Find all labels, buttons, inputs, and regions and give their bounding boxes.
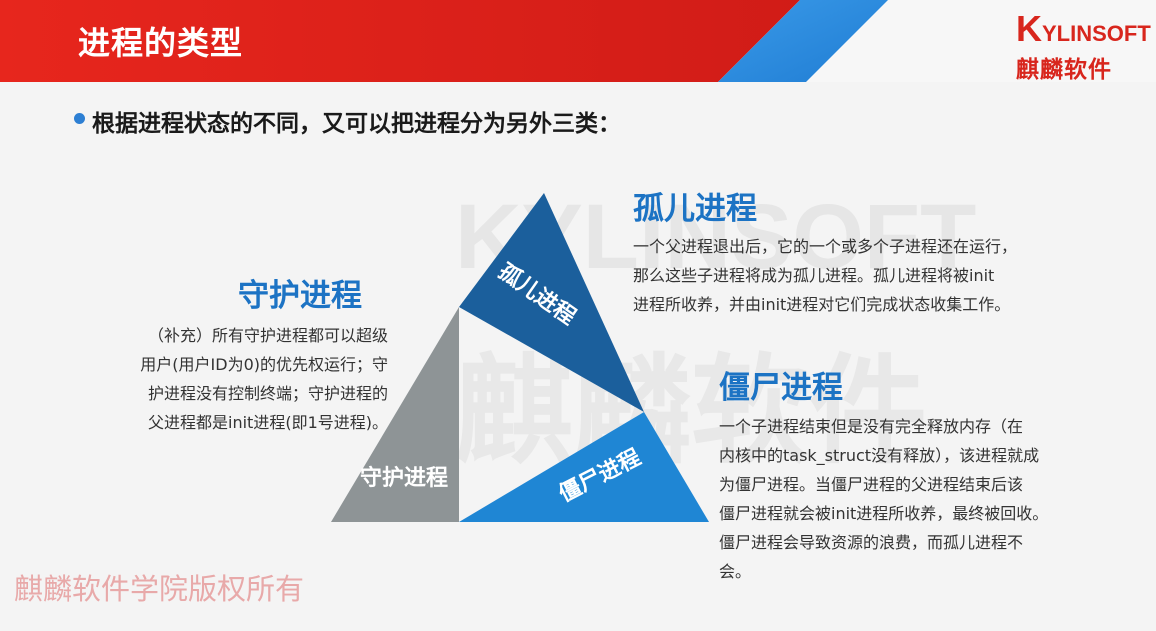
daemon-description: （补充）所有守护进程都可以超级 用户(用户ID为0)的优先权运行；守 护进程没有…: [88, 321, 388, 437]
orphan-line: 进程所收养，并由init进程对它们完成状态收集工作。: [633, 295, 1011, 314]
orphan-line: 那么这些子进程将成为孤儿进程。孤儿进程将被init: [633, 266, 995, 285]
orphan-title: 孤儿进程: [633, 191, 757, 227]
zombie-line: 僵尸进程会导致资源的浪费，而孤儿进程不: [719, 533, 1024, 552]
zombie-title: 僵尸进程: [719, 370, 843, 406]
daemon-line: （补充）所有守护进程都可以超级: [147, 326, 388, 345]
daemon-line: 父进程都是init进程(即1号进程)。: [148, 413, 388, 432]
zombie-triangle: [459, 412, 709, 522]
zombie-line: 内核中的task_struct没有释放），该进程就成: [719, 446, 1040, 465]
zombie-line: 会。: [719, 562, 752, 581]
daemon-title: 守护进程: [238, 278, 362, 314]
zombie-description: 一个子进程结束但是没有完全释放内存（在 内核中的task_struct没有释放）…: [719, 412, 1139, 586]
daemon-tri-label: 守护进程: [360, 465, 448, 491]
orphan-line: 一个父进程退出后，它的一个或多个子进程还在运行，: [633, 237, 1018, 256]
zombie-line: 为僵尸进程。当僵尸进程的父进程结束后该: [719, 475, 1024, 494]
daemon-line: 用户(用户ID为0)的优先权运行；守: [140, 355, 388, 374]
orphan-description: 一个父进程退出后，它的一个或多个子进程还在运行， 那么这些子进程将成为孤儿进程。…: [633, 232, 1153, 319]
daemon-line: 护进程没有控制终端；守护进程的: [147, 384, 388, 403]
copyright-watermark: 麒麟软件学院版权所有: [14, 572, 305, 606]
zombie-line: 一个子进程结束但是没有完全释放内存（在: [719, 417, 1024, 436]
zombie-line: 僵尸进程就会被init进程所收养，最终被回收。: [719, 504, 1049, 523]
